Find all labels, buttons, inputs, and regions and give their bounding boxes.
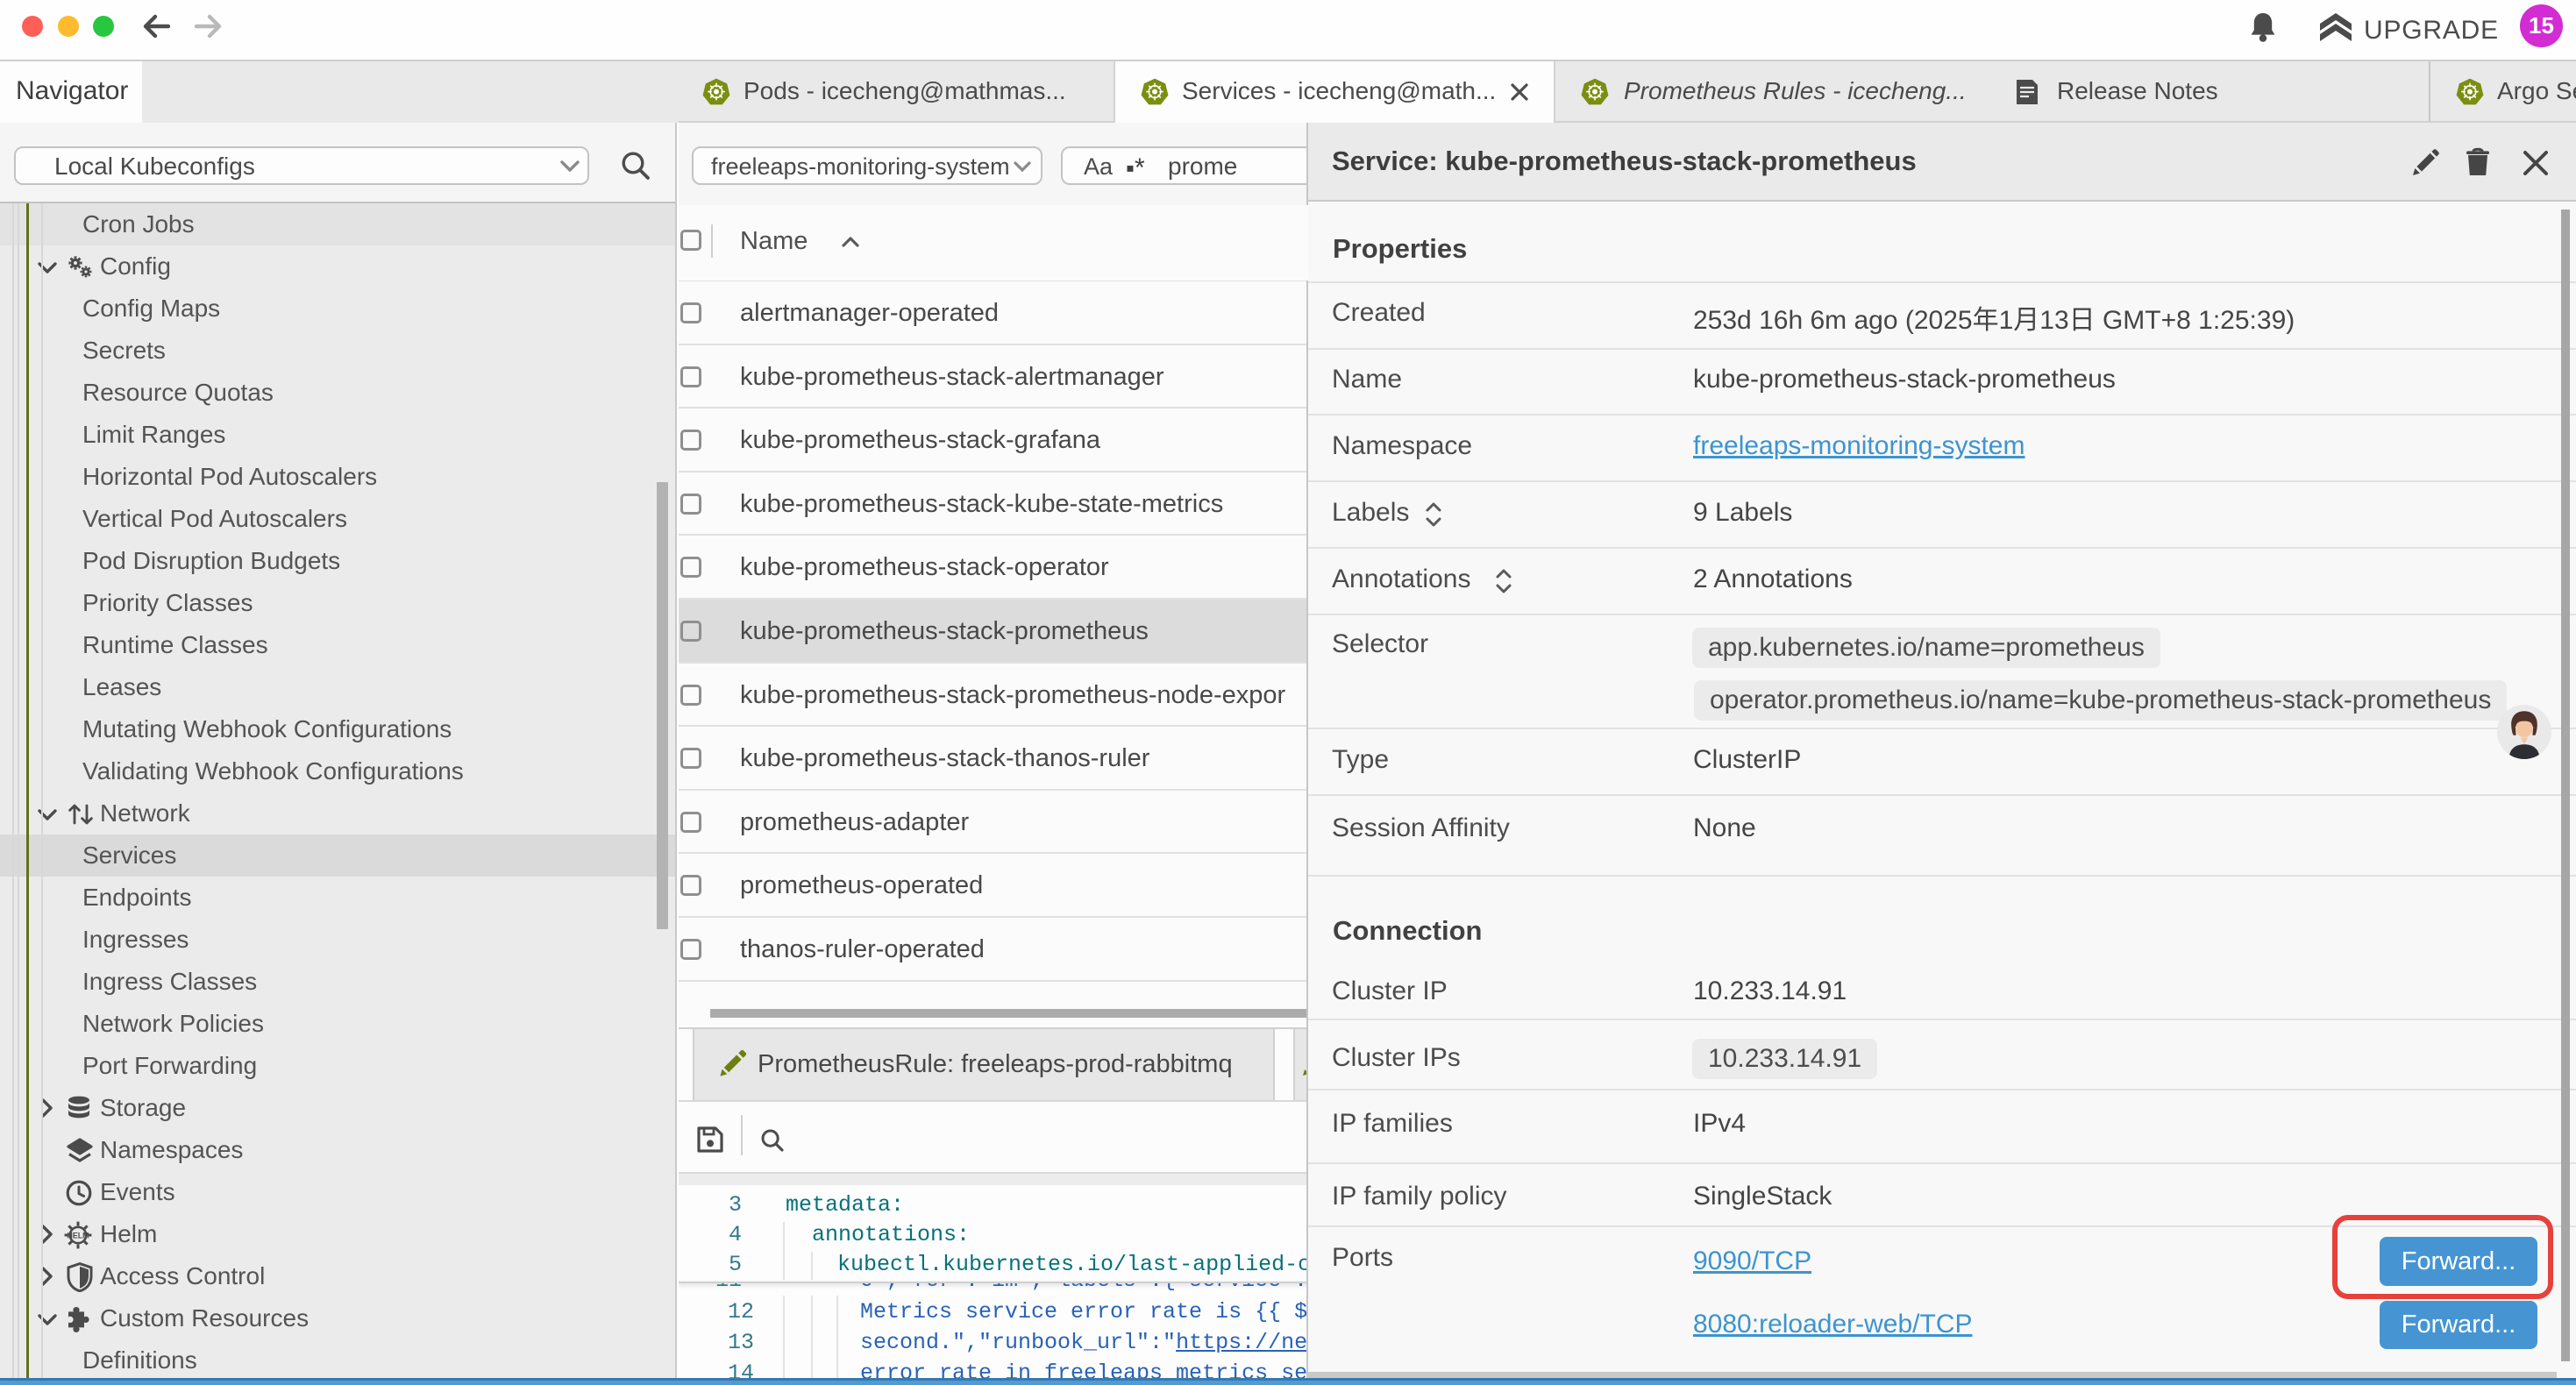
svg-text:HELM: HELM — [68, 1232, 89, 1240]
